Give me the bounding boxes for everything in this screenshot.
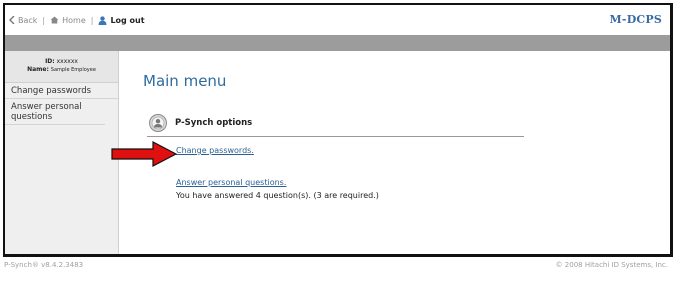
section-header: P-Synch options — [149, 114, 252, 132]
section-title: P-Synch options — [175, 118, 253, 128]
red-arrow-icon — [111, 141, 177, 167]
home-link[interactable]: Home — [50, 16, 86, 25]
top-navigation: Back | Home | Log out — [5, 5, 670, 35]
sidebar: ID: xxxxxx Name: Sample Employee Change … — [5, 51, 119, 254]
footer: P-Synch® v8.4.2.3483 © 2008 Hitachi ID S… — [0, 258, 676, 272]
version-text: P-Synch® v8.4.2.3483 — [4, 261, 84, 269]
user-name-label: Name: — [27, 66, 49, 73]
page-title: Main menu — [143, 72, 227, 90]
user-id-box: ID: xxxxxx Name: Sample Employee — [5, 51, 118, 83]
answer-questions-link[interactable]: Answer personal questions. — [176, 178, 286, 187]
brand-logo: M-DCPS — [609, 13, 662, 26]
change-passwords-link[interactable]: Change passwords. — [176, 146, 254, 155]
back-link[interactable]: Back — [9, 16, 37, 25]
back-link-label: Back — [18, 15, 38, 25]
section-divider — [147, 136, 524, 137]
nav-separator: | — [90, 15, 94, 25]
user-id-label: ID: — [45, 58, 55, 65]
user-name-row: Name: Sample Employee — [5, 66, 118, 74]
home-link-label: Home — [62, 15, 86, 25]
logout-link[interactable]: Log out — [98, 15, 145, 25]
sidebar-item-answer-questions[interactable]: Answer personal questions — [5, 99, 105, 125]
user-name-value: Sample Employee — [50, 67, 96, 73]
psynch-options-icon — [149, 114, 167, 132]
application-frame: Back | Home | Log out M-DCPS ID: xxxxxx — [3, 3, 673, 257]
copyright-text: © 2008 Hitachi ID Systems, Inc. — [555, 261, 668, 269]
user-icon — [98, 15, 107, 25]
main-content: Main menu P-Synch options Change passwor… — [120, 51, 670, 254]
user-id-row: ID: xxxxxx — [5, 58, 118, 66]
back-chevron-icon — [9, 16, 15, 24]
sidebar-item-change-passwords[interactable]: Change passwords — [5, 83, 118, 99]
logout-link-label: Log out — [110, 15, 145, 25]
questions-status-text: You have answered 4 question(s). (3 are … — [176, 191, 379, 200]
header-bar — [5, 35, 670, 51]
nav-separator: | — [42, 15, 46, 25]
home-icon — [50, 16, 59, 24]
user-id-value: xxxxxx — [56, 58, 78, 65]
